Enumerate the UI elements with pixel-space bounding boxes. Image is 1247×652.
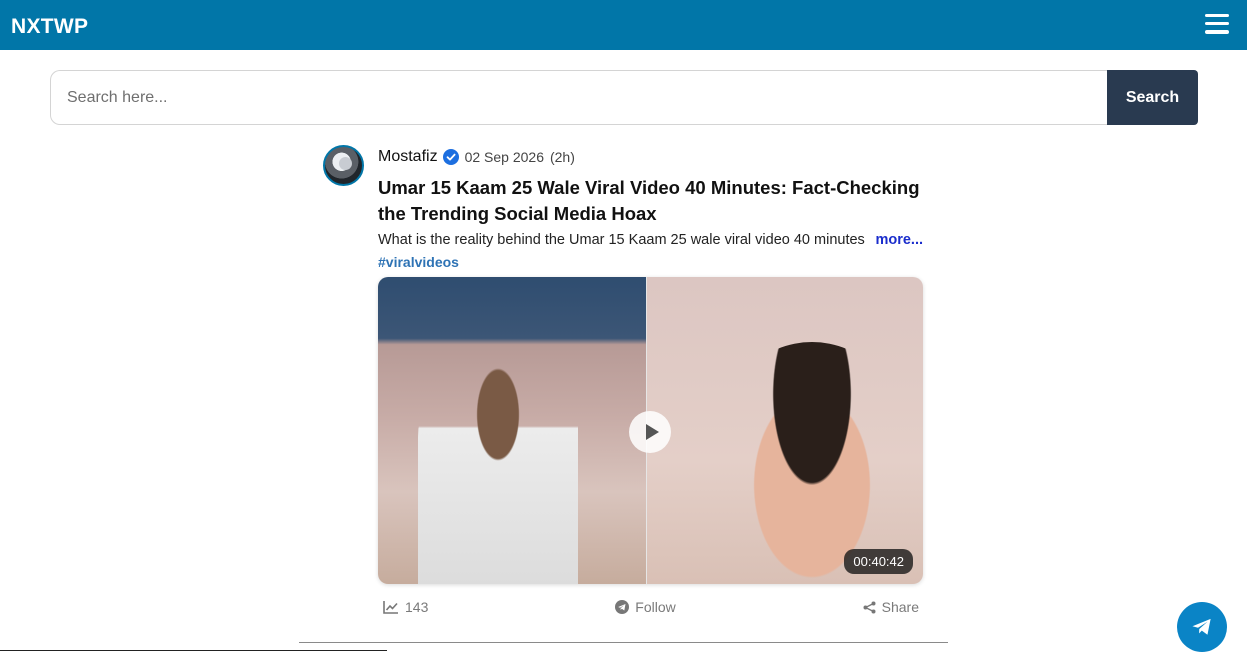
post-relative-time: (2h) [549,149,575,165]
follow-button[interactable]: Follow [615,599,676,615]
author-name[interactable]: Mostafiz [378,148,438,166]
author-avatar[interactable] [323,145,364,186]
post-meta: Mostafiz 02 Sep 2026 (2h) [378,148,575,166]
telegram-plane-glyph [1192,618,1211,635]
excerpt-text: What is the reality behind the Umar 15 K… [378,232,865,248]
share-label: Share [881,599,919,615]
search-button[interactable]: Search [1107,70,1198,125]
search-input[interactable] [50,70,1107,125]
verified-badge-icon [442,149,459,165]
post-excerpt: What is the reality behind the Umar 15 K… [378,232,923,248]
post-actions: 143 Follow Share [383,599,919,615]
thumbnail-person [418,357,578,584]
menu-bar [1205,30,1229,34]
share-button[interactable]: Share [863,599,919,615]
menu-bar [1205,13,1229,17]
trend-chart-icon [383,601,398,614]
play-icon[interactable] [629,411,671,453]
telegram-small-icon [615,600,630,614]
views-count: 143 [405,599,429,615]
post-title[interactable]: Umar 15 Kaam 25 Wale Viral Video 40 Minu… [378,175,923,227]
telegram-icon[interactable] [1177,602,1227,652]
hamburger-menu-icon[interactable] [1205,13,1229,34]
content-divider [299,642,948,643]
thumbnail-right-frame [647,277,923,584]
thumbnail-left-frame [378,277,646,584]
site-logo[interactable]: NXTWP [11,15,88,39]
thumbnail-person [722,342,902,584]
post-date: 02 Sep 2026 [464,149,544,165]
hashtag-link[interactable]: #viralvideos [378,254,459,270]
share-icon [863,601,876,613]
bottom-divider [0,650,387,651]
read-more-link[interactable]: more... [875,232,923,248]
video-thumbnail[interactable]: 00:40:42 [378,277,923,584]
views-counter: 143 [383,599,428,615]
menu-bar [1205,21,1229,26]
follow-label: Follow [635,599,676,615]
search-bar: Search [50,70,1198,125]
top-navbar: NXTWP [0,0,1247,50]
video-duration-badge: 00:40:42 [844,549,913,574]
